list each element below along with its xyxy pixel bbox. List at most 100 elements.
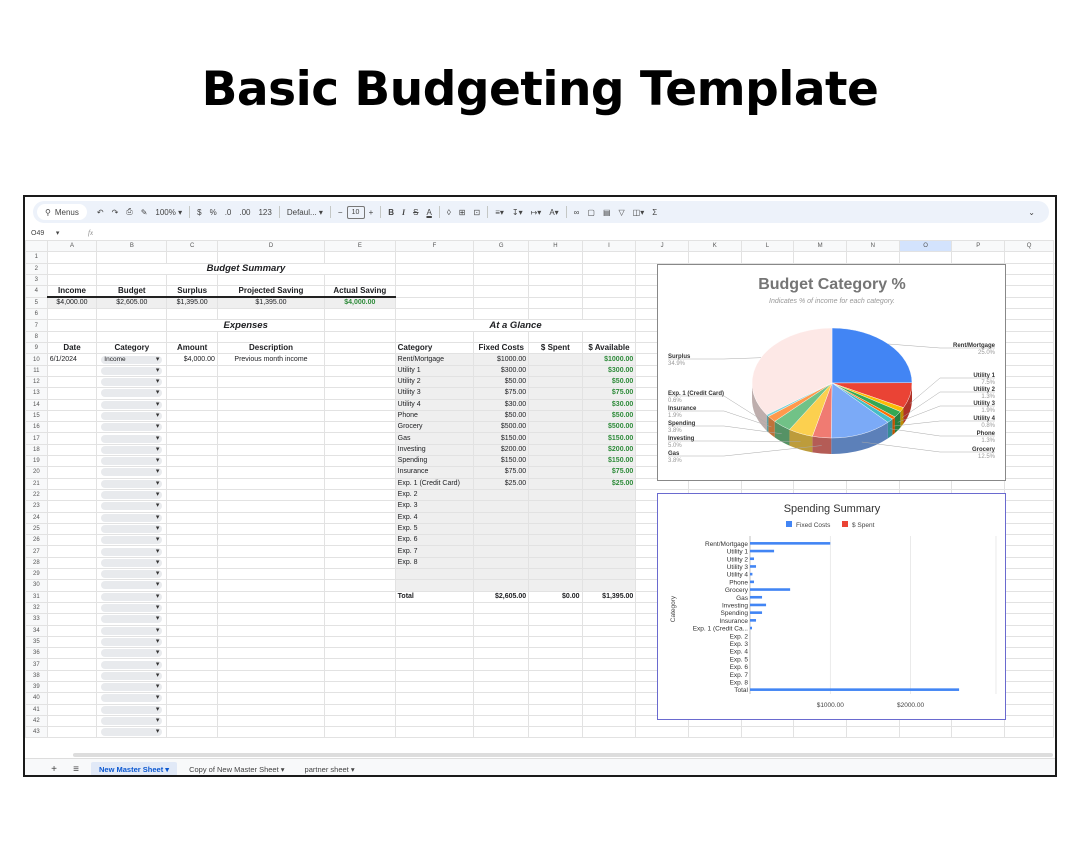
- tab-partner-sheet[interactable]: partner sheet ▾: [297, 762, 363, 776]
- cell[interactable]: [166, 409, 218, 423]
- cell[interactable]: [166, 613, 218, 626]
- cell[interactable]: [473, 262, 530, 275]
- glance-fixed-cost-cell[interactable]: $75.00: [473, 466, 530, 479]
- cell[interactable]: [1004, 545, 1054, 558]
- cell[interactable]: [951, 251, 1006, 264]
- cell[interactable]: [528, 658, 583, 671]
- category-dropdown[interactable]: [101, 491, 163, 500]
- cell[interactable]: [166, 624, 218, 637]
- cell[interactable]: [394, 669, 475, 682]
- row-header[interactable]: 29: [25, 568, 48, 581]
- row-header[interactable]: 38: [25, 669, 48, 682]
- cell[interactable]: [46, 432, 98, 445]
- cell[interactable]: [581, 296, 637, 310]
- glance-total-fixed[interactable]: $2,605.00: [473, 590, 530, 603]
- category-dropdown-cell[interactable]: [96, 669, 168, 682]
- budget-value-cell[interactable]: $1,395.00: [216, 296, 326, 310]
- cell[interactable]: [216, 624, 326, 637]
- undo-icon[interactable]: ↶: [93, 201, 108, 223]
- column-header[interactable]: M: [793, 240, 847, 253]
- cell[interactable]: [581, 568, 637, 581]
- cell[interactable]: [324, 590, 396, 603]
- row-header[interactable]: 16: [25, 421, 48, 434]
- cell[interactable]: [166, 635, 218, 649]
- glance-spent-cell[interactable]: [528, 556, 583, 570]
- row-header[interactable]: 25: [25, 522, 48, 536]
- category-dropdown-cell[interactable]: [96, 703, 168, 716]
- category-dropdown[interactable]: [101, 513, 163, 522]
- category-dropdown-cell[interactable]: [96, 635, 168, 649]
- row-header[interactable]: 1: [25, 251, 48, 264]
- column-header[interactable]: G: [473, 240, 530, 253]
- cell[interactable]: [528, 296, 583, 310]
- budget-value-cell[interactable]: $2,605.00: [96, 296, 168, 310]
- category-dropdown-cell[interactable]: [96, 624, 168, 637]
- cell[interactable]: [394, 308, 475, 321]
- glance-spent-cell[interactable]: [528, 500, 583, 513]
- glance-spent-cell[interactable]: [528, 364, 583, 377]
- cell[interactable]: [46, 319, 98, 332]
- cell[interactable]: [324, 387, 396, 400]
- category-dropdown-cell[interactable]: [96, 647, 168, 660]
- glance-category-cell[interactable]: Utility 1: [394, 364, 475, 377]
- zoom-select[interactable]: 100% ▾: [151, 201, 186, 223]
- glance-spent-cell[interactable]: [528, 432, 583, 445]
- glance-fixed-cost-cell[interactable]: $150.00: [473, 432, 530, 445]
- cell[interactable]: [1004, 273, 1054, 287]
- cell[interactable]: [216, 545, 326, 558]
- cell[interactable]: [46, 330, 98, 344]
- filter-views-icon[interactable]: ◫▾: [629, 201, 649, 223]
- cell[interactable]: [324, 726, 396, 739]
- glance-available-cell[interactable]: [581, 556, 637, 570]
- cell[interactable]: [394, 273, 475, 287]
- chart-icon[interactable]: ▤: [599, 201, 615, 223]
- cell[interactable]: [46, 534, 98, 547]
- cell[interactable]: [216, 308, 326, 321]
- bar-fixed-costs[interactable]: [750, 595, 763, 599]
- cell[interactable]: [46, 488, 98, 502]
- row-header[interactable]: 9: [25, 342, 48, 355]
- cell[interactable]: [528, 330, 583, 344]
- cell[interactable]: [46, 477, 98, 490]
- cell[interactable]: [166, 330, 218, 344]
- category-dropdown[interactable]: [101, 479, 163, 488]
- cell[interactable]: [216, 726, 326, 739]
- glance-category-cell[interactable]: Rent/Mortgage: [394, 353, 475, 366]
- column-header[interactable]: O: [898, 240, 953, 253]
- cell[interactable]: [1004, 658, 1054, 671]
- cell[interactable]: [216, 409, 326, 423]
- row-header[interactable]: 21: [25, 477, 48, 490]
- glance-available-cell[interactable]: $50.00: [581, 375, 637, 389]
- cell[interactable]: [166, 432, 218, 445]
- cell[interactable]: [46, 714, 98, 728]
- text-color-button[interactable]: A: [422, 201, 435, 223]
- cell[interactable]: [581, 601, 637, 615]
- cell[interactable]: [166, 522, 218, 536]
- cell[interactable]: [394, 647, 475, 660]
- row-header[interactable]: 23: [25, 500, 48, 513]
- cell[interactable]: [166, 568, 218, 581]
- cell[interactable]: [324, 692, 396, 705]
- column-header[interactable]: P: [951, 240, 1006, 253]
- cell[interactable]: [46, 692, 98, 705]
- cell[interactable]: [473, 601, 530, 615]
- column-header[interactable]: E: [324, 240, 396, 253]
- cell[interactable]: [394, 579, 475, 592]
- glance-available-cell[interactable]: $150.00: [581, 432, 637, 445]
- cell[interactable]: [1004, 375, 1054, 389]
- cell[interactable]: [1004, 296, 1054, 310]
- cell[interactable]: [324, 579, 396, 592]
- cell[interactable]: [216, 488, 326, 502]
- cell[interactable]: [1004, 251, 1054, 264]
- cell[interactable]: [46, 398, 98, 411]
- cell[interactable]: [1004, 342, 1054, 355]
- cell[interactable]: [46, 680, 98, 694]
- column-header[interactable]: Q: [1004, 240, 1054, 253]
- glance-category-cell[interactable]: Exp. 8: [394, 556, 475, 570]
- name-box[interactable]: O49 ▾: [25, 229, 80, 237]
- glance-spent-cell[interactable]: [528, 534, 583, 547]
- glance-fixed-cost-cell[interactable]: [473, 556, 530, 570]
- cell[interactable]: [46, 624, 98, 637]
- glance-available-cell[interactable]: $500.00: [581, 421, 637, 434]
- cell[interactable]: [1004, 398, 1054, 411]
